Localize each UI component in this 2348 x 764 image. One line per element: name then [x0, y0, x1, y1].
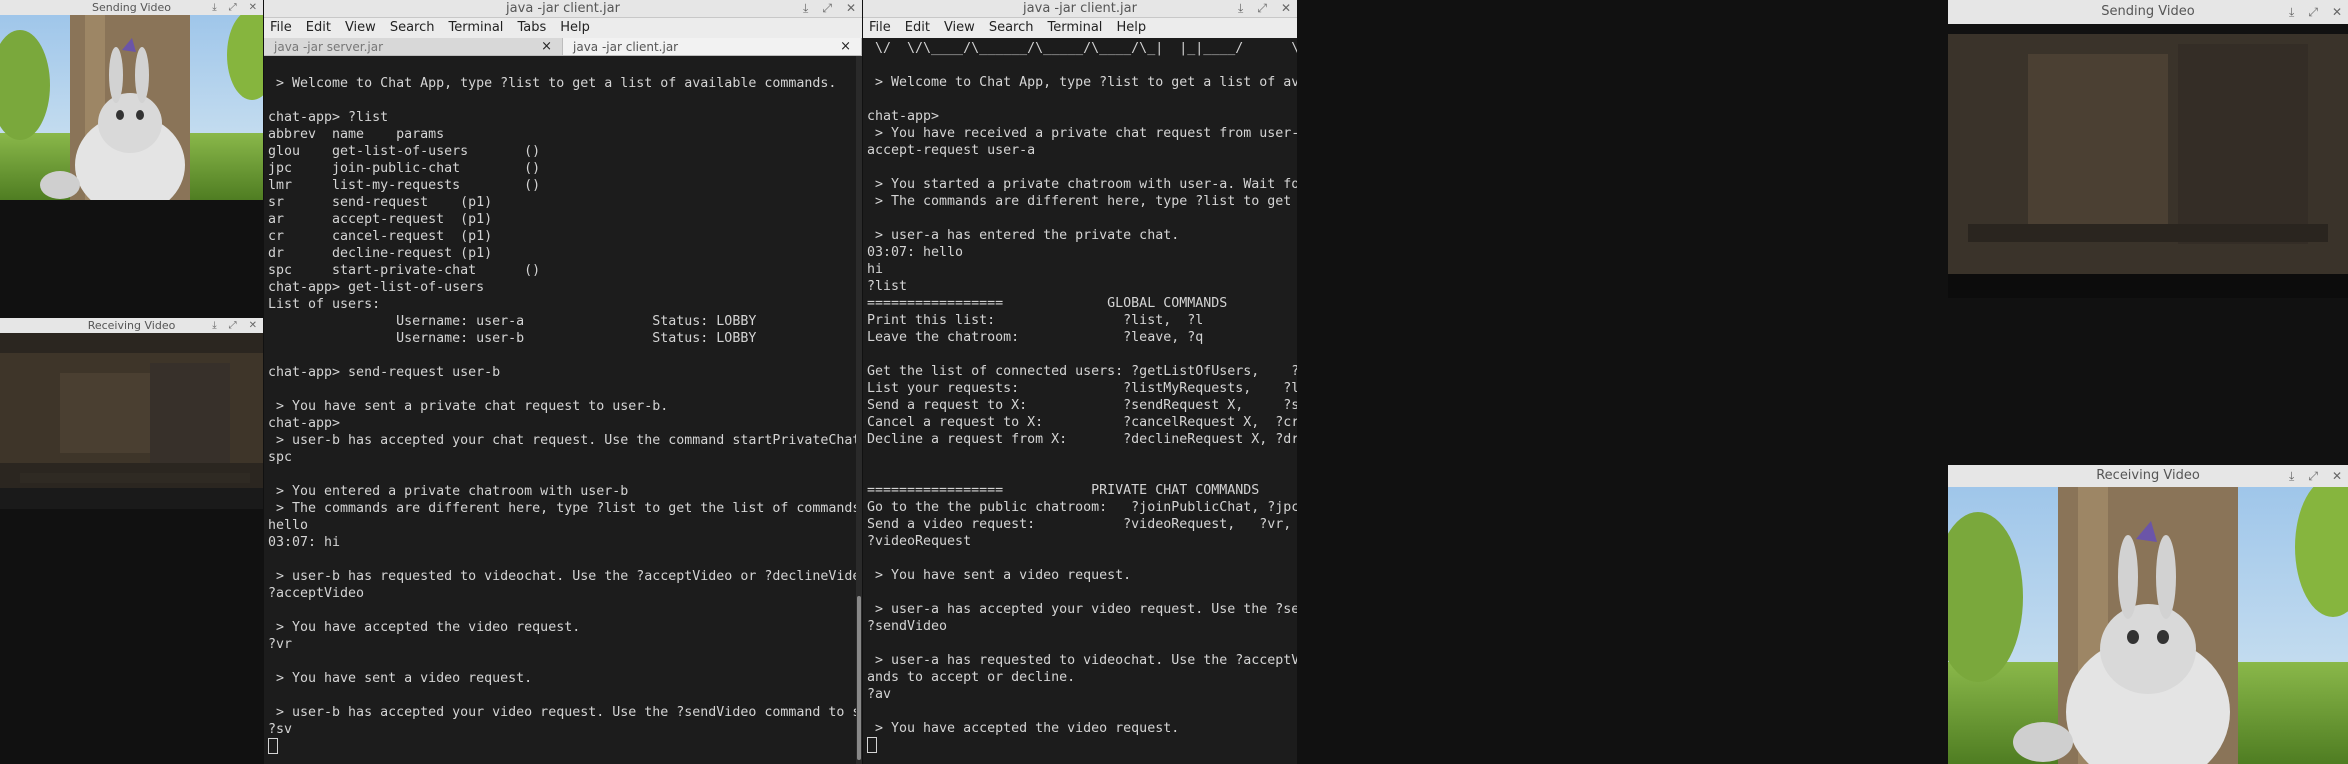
close-icon[interactable]: ✕: [2332, 0, 2342, 24]
text-cursor: [867, 737, 877, 753]
minimize-icon[interactable]: ⤓: [2289, 0, 2294, 24]
menu-search[interactable]: Search: [989, 20, 1034, 35]
tab-client[interactable]: java -jar client.jar ×: [563, 38, 862, 55]
video-frame-image: [0, 15, 263, 200]
video-frame-image: [1948, 487, 2348, 764]
receiving-video-window-left: Receiving Video ⤓ ⤢ ✕: [0, 318, 263, 509]
window-titlebar[interactable]: java -jar client.jar ⤓ ⤢ ✕: [264, 0, 862, 18]
maximize-icon[interactable]: ⤢: [229, 0, 237, 15]
minimize-icon[interactable]: ⤓: [1238, 0, 1243, 17]
window-title: Receiving Video: [2096, 468, 2200, 483]
close-icon[interactable]: ✕: [249, 0, 257, 15]
window-titlebar[interactable]: Sending Video ⤓ ⤢ ✕: [1948, 0, 2348, 25]
minimize-icon[interactable]: ⤓: [212, 318, 216, 333]
menu-terminal[interactable]: Terminal: [1047, 20, 1102, 35]
terminal-text: \/ \/\____/\______/\_____/\____/\_| |_|_…: [867, 41, 1297, 736]
minimize-icon[interactable]: ⤓: [803, 0, 808, 17]
video-frame-dark: [1948, 24, 2348, 298]
close-icon[interactable]: ×: [840, 39, 851, 54]
window-title: java -jar client.jar: [506, 1, 620, 16]
scrollbar[interactable]: [856, 56, 862, 764]
window-titlebar[interactable]: Receiving Video ⤓ ⤢ ✕: [0, 318, 263, 334]
window-title: Receiving Video: [87, 319, 176, 332]
menu-terminal[interactable]: Terminal: [448, 20, 503, 35]
menu-help[interactable]: Help: [1116, 20, 1146, 35]
menu-view[interactable]: View: [944, 20, 975, 35]
menu-edit[interactable]: Edit: [306, 20, 331, 35]
menu-view[interactable]: View: [345, 20, 376, 35]
tab-server[interactable]: java -jar server.jar ×: [264, 38, 563, 55]
maximize-icon[interactable]: ⤢: [229, 318, 237, 333]
receiving-video-window-right: Receiving Video ⤓ ⤢ ✕: [1948, 465, 2348, 764]
close-icon[interactable]: ×: [541, 39, 552, 54]
video-frame-dark: [0, 333, 263, 509]
terminal-output: > Welcome to Chat App, type ?list to get…: [264, 56, 862, 757]
tab-label: java -jar server.jar: [274, 39, 384, 54]
terminal-output-area[interactable]: \/ \/\____/\______/\_____/\____/\_| |_|_…: [863, 38, 1297, 764]
menu-edit[interactable]: Edit: [905, 20, 930, 35]
window-title: Sending Video: [91, 1, 172, 14]
text-cursor: [268, 738, 278, 754]
tab-bar: java -jar server.jar × java -jar client.…: [264, 38, 862, 56]
close-icon[interactable]: ✕: [846, 0, 856, 17]
video-frame-image: [0, 333, 263, 509]
terminal-text: > Welcome to Chat App, type ?list to get…: [268, 76, 862, 737]
close-icon[interactable]: ✕: [2332, 465, 2342, 487]
scrollbar-thumb[interactable]: [857, 596, 861, 760]
maximize-icon[interactable]: ⤢: [2308, 465, 2318, 487]
terminal-output: \/ \/\____/\______/\_____/\____/\_| |_|_…: [863, 38, 1297, 756]
maximize-icon[interactable]: ⤢: [2308, 0, 2318, 24]
close-icon[interactable]: ✕: [249, 318, 257, 333]
tab-label: java -jar client.jar: [573, 39, 679, 54]
close-icon[interactable]: ✕: [1281, 0, 1291, 17]
terminal-window-right: java -jar client.jar ⤓ ⤢ ✕ File Edit Vie…: [863, 0, 1297, 764]
window-title: Sending Video: [2101, 4, 2195, 19]
maximize-icon[interactable]: ⤢: [822, 0, 832, 17]
maximize-icon[interactable]: ⤢: [1257, 0, 1267, 17]
video-frame-image: [1948, 24, 2348, 298]
menu-search[interactable]: Search: [390, 20, 435, 35]
window-titlebar[interactable]: Receiving Video ⤓ ⤢ ✕: [1948, 465, 2348, 488]
terminal-window-left: java -jar client.jar ⤓ ⤢ ✕ File Edit Vie…: [264, 0, 862, 764]
minimize-icon[interactable]: ⤓: [2289, 465, 2294, 487]
terminal-output-area[interactable]: > Welcome to Chat App, type ?list to get…: [264, 56, 862, 764]
menu-file[interactable]: File: [869, 20, 891, 35]
menu-file[interactable]: File: [270, 20, 292, 35]
sending-video-window-right: Sending Video ⤓ ⤢ ✕: [1948, 0, 2348, 298]
window-title: java -jar client.jar: [1023, 1, 1137, 16]
menubar: File Edit View Search Terminal Tabs Help: [264, 18, 862, 37]
minimize-icon[interactable]: ⤓: [212, 0, 216, 15]
sending-video-window-left: Sending Video ⤓ ⤢ ✕: [0, 0, 263, 200]
menu-help[interactable]: Help: [560, 20, 590, 35]
video-frame-bunny: [0, 15, 263, 200]
menu-tabs[interactable]: Tabs: [517, 20, 546, 35]
video-frame-bunny: [1948, 487, 2348, 764]
window-titlebar[interactable]: Sending Video ⤓ ⤢ ✕: [0, 0, 263, 16]
menubar: File Edit View Search Terminal Help: [863, 18, 1297, 37]
window-titlebar[interactable]: java -jar client.jar ⤓ ⤢ ✕: [863, 0, 1297, 18]
